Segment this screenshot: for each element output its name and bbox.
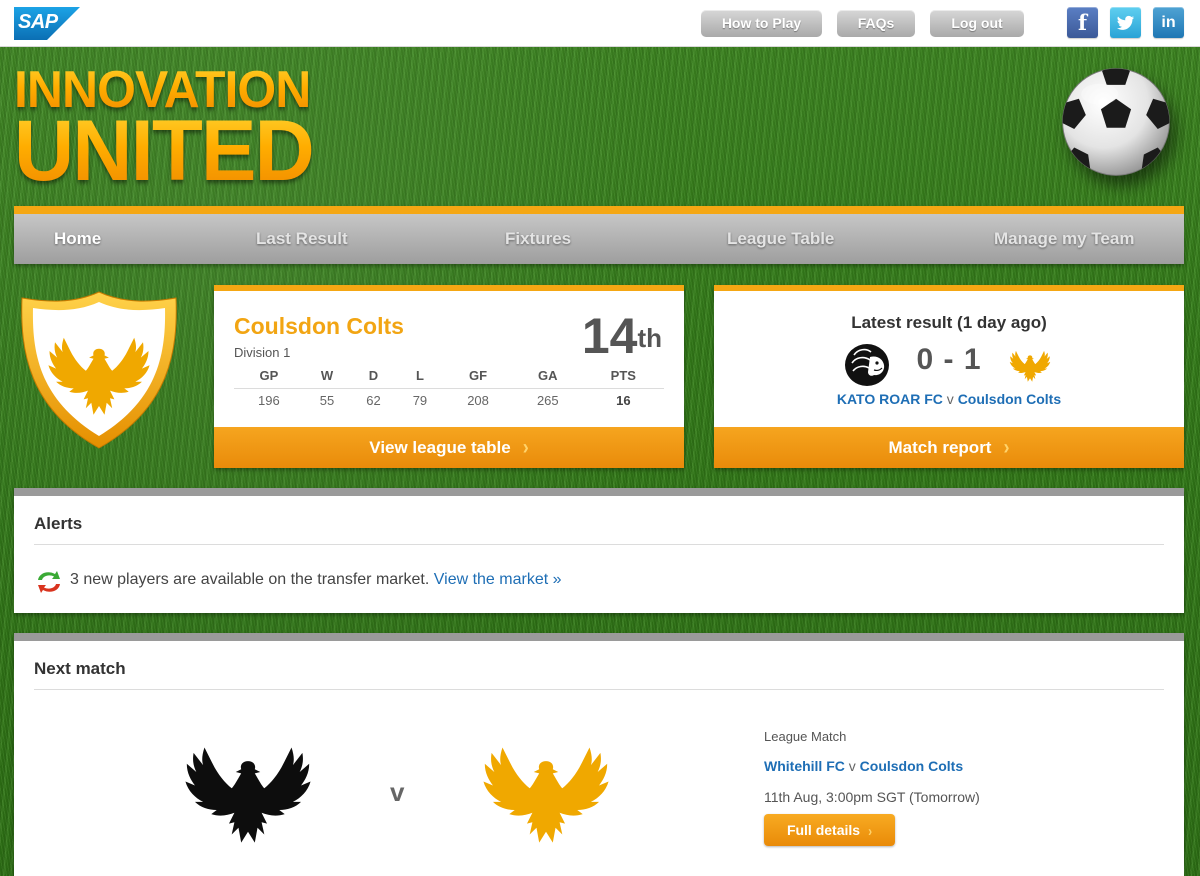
nav-fixtures[interactable]: Fixtures — [505, 214, 571, 264]
latest-versus: v — [946, 391, 954, 407]
stats-value-row: 196 55 62 79 208 265 16 — [234, 388, 664, 412]
match-datetime: 11th Aug, 3:00pm SGT (Tomorrow) — [764, 789, 980, 805]
stats-value-ga: 265 — [536, 392, 559, 408]
next-match-panel: Next match v League Match Whitehill FC v… — [14, 633, 1184, 876]
stats-header-pts: PTS — [582, 364, 664, 389]
view-league-table-button[interactable]: View league table › — [214, 427, 684, 468]
linkedin-icon[interactable]: in — [1153, 7, 1184, 38]
stats-value-gp: 196 — [258, 392, 280, 408]
twitter-bird-icon — [1117, 15, 1134, 30]
stats-value-w: 55 — [319, 392, 335, 408]
team-summary-card: Coulsdon Colts Division 1 14th GP W D L … — [214, 285, 684, 468]
brand-line-united: UNITED — [14, 103, 315, 199]
stats-header-w: W — [303, 364, 351, 389]
stats-value-pts: 16 — [616, 392, 631, 408]
stats-value-d: 62 — [366, 392, 381, 408]
nav-home[interactable]: Home — [54, 214, 101, 264]
full-details-label: Full details — [786, 822, 861, 838]
alerts-panel: Alerts 3 new players are available on th… — [14, 488, 1184, 613]
nav-league-table[interactable]: League Table — [727, 214, 834, 264]
next-away-team-link[interactable]: Coulsdon Colts — [860, 758, 963, 774]
sap-logo-text: SAP — [18, 11, 58, 33]
away-team-eagle-icon — [470, 723, 622, 859]
versus-label: v — [390, 777, 405, 807]
match-type: League Match — [764, 729, 847, 744]
stats-value-l: 79 — [412, 392, 428, 408]
alerts-title: Alerts — [34, 514, 83, 533]
latest-result-title: Latest result (1 day ago) — [851, 313, 1047, 332]
view-market-link[interactable]: View the market » — [434, 571, 562, 588]
stats-header-gf: GF — [443, 364, 513, 389]
stats-value-gf: 208 — [467, 392, 489, 408]
twitter-icon[interactable] — [1110, 7, 1141, 38]
facebook-icon[interactable]: f — [1067, 7, 1098, 38]
brand-logo: INNOVATION UNITED — [14, 58, 374, 194]
next-match-teams: Whitehill FC v Coulsdon Colts — [764, 758, 963, 774]
log-out-button[interactable]: Log out — [930, 10, 1024, 37]
coulsdon-eagle-icon — [1006, 343, 1054, 387]
chevron-right-icon: › — [522, 434, 529, 459]
stats-header-gp: GP — [234, 364, 304, 389]
match-report-button[interactable]: Match report › — [714, 427, 1184, 468]
eagle-crest-icon — [21, 291, 177, 449]
latest-away-team-link[interactable]: Coulsdon Colts — [958, 391, 1061, 407]
view-league-table-label: View league table — [369, 438, 511, 457]
home-team-eagle-icon — [172, 723, 324, 859]
main-nav: Home Last Result Fixtures League Table M… — [14, 206, 1184, 264]
next-match-divider — [34, 689, 1164, 690]
stats-header-l: L — [396, 364, 444, 389]
league-position-number: 14 — [581, 308, 638, 364]
alerts-divider — [34, 544, 1164, 545]
next-match-title: Next match — [34, 659, 126, 678]
team-name[interactable]: Coulsdon Colts — [234, 313, 404, 340]
soccer-ball-icon — [1062, 68, 1170, 176]
league-position: 14th — [582, 309, 662, 363]
team-division: Division 1 — [234, 345, 291, 360]
transfer-arrows-icon — [38, 571, 60, 593]
stats-header-ga: GA — [512, 364, 583, 389]
chevron-right-icon: › — [868, 822, 873, 840]
chevron-right-icon: › — [1003, 434, 1010, 459]
faqs-button[interactable]: FAQs — [837, 10, 915, 37]
next-home-team-link[interactable]: Whitehill FC — [764, 758, 845, 774]
latest-score: 0 - 1 — [916, 343, 982, 376]
latest-result-teams: KATO ROAR FC v Coulsdon Colts — [714, 391, 1184, 407]
full-details-button[interactable]: Full details › — [764, 814, 895, 846]
top-bar: SAP How to Play FAQs Log out f in — [0, 0, 1200, 47]
latest-home-team-link[interactable]: KATO ROAR FC — [837, 391, 943, 407]
alert-message: 3 new players are available on the trans… — [70, 571, 430, 588]
match-report-label: Match report — [888, 438, 992, 457]
sap-logo[interactable]: SAP — [14, 7, 80, 40]
nav-manage-my-team[interactable]: Manage my Team — [994, 214, 1134, 264]
league-position-suffix: th — [637, 323, 662, 353]
team-stats-table: GP W D L GF GA PTS 196 55 62 79 208 265 … — [234, 364, 664, 412]
stats-header-row: GP W D L GF GA PTS — [234, 364, 664, 389]
next-versus: v — [848, 758, 856, 774]
latest-result-card: Latest result (1 day ago) 0 - 1 KATO ROA… — [714, 285, 1184, 468]
stats-header-d: D — [350, 364, 397, 389]
how-to-play-button[interactable]: How to Play — [701, 10, 822, 37]
nav-last-result[interactable]: Last Result — [256, 214, 348, 264]
alert-text: 3 new players are available on the trans… — [70, 571, 562, 589]
